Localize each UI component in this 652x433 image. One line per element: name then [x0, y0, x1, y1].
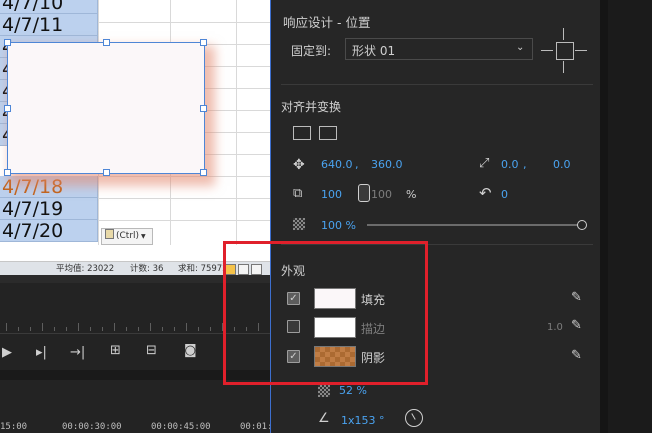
paste-label: (Ctrl) — [116, 231, 140, 241]
resize-handle[interactable] — [4, 39, 11, 46]
stroke-width-value[interactable]: 1.0 — [547, 322, 563, 333]
pin-edges-widget[interactable] — [541, 28, 589, 74]
anchor-comma: , — [523, 158, 527, 171]
date-cell[interactable]: 4/7/19 — [0, 198, 98, 220]
shadow-angle-value[interactable]: 1x153 ° — [341, 414, 385, 427]
grid-line — [98, 220, 270, 221]
panel-scrollbar[interactable] — [600, 0, 608, 433]
date-cell[interactable]: 4/7/20 — [0, 220, 98, 242]
opacity-icon — [293, 218, 305, 230]
position-comma: , — [355, 158, 359, 171]
opacity-slider-thumb[interactable] — [577, 220, 587, 230]
rotation-icon: ↶ — [479, 184, 492, 202]
shadow-opacity-value[interactable]: 52 % — [339, 384, 367, 397]
scale-value[interactable]: 100 — [321, 188, 342, 201]
resize-handle[interactable] — [103, 169, 110, 176]
position-x-value[interactable]: 640.0 — [321, 158, 353, 171]
rectangle-shape[interactable] — [4, 39, 207, 176]
shadow-opacity-icon — [318, 385, 330, 397]
overwrite-icon[interactable]: ⊟ — [146, 343, 157, 358]
resize-handle[interactable] — [200, 39, 207, 46]
position-icon: ✥ — [293, 157, 305, 173]
rotation-value[interactable]: 0 — [501, 188, 508, 201]
anchor-x-value[interactable]: 0.0 — [501, 158, 519, 171]
grid-line — [98, 176, 270, 177]
resize-handle[interactable] — [4, 105, 11, 112]
align-transform-title: 对齐并变换 — [281, 100, 342, 114]
grid-line — [98, 22, 270, 23]
go-to-out-icon[interactable]: →| — [70, 345, 85, 360]
angle-dial[interactable] — [405, 409, 423, 427]
chevron-down-icon: ▼ — [141, 233, 146, 240]
resize-handle[interactable] — [200, 105, 207, 112]
grid-line — [236, 0, 237, 245]
excel-spreadsheet: 4/7/10 4/7/11 4 4 4 4 4 4/7/18 4/7/19 4/… — [0, 0, 270, 275]
pin-center-box — [556, 42, 574, 60]
status-average: 平均值: 23022 — [56, 264, 115, 274]
date-cell[interactable]: 4/7/10 — [0, 0, 98, 14]
eyedropper-icon[interactable]: ✎ — [571, 318, 582, 333]
chevron-down-icon: ⌄ — [516, 42, 525, 53]
status-count: 计数: 36 — [130, 264, 164, 274]
play-icon[interactable]: ▶ — [2, 345, 12, 360]
highlight-box — [223, 241, 428, 385]
date-cell[interactable]: 4/7/18 — [0, 176, 98, 198]
angle-icon: ∠ — [318, 411, 330, 426]
timecode: 00:00:45:00 — [151, 422, 211, 432]
eyedropper-icon[interactable]: ✎ — [571, 290, 582, 305]
pin-to-label: 固定到: — [291, 44, 332, 58]
insert-icon[interactable]: ⊞ — [110, 343, 121, 358]
responsive-design-title: 响应设计 - 位置 — [283, 15, 371, 30]
pin-to-value: 形状 01 — [352, 44, 396, 58]
date-cell[interactable]: 4/7/11 — [0, 14, 98, 36]
paste-options-button[interactable]: (Ctrl) ▼ — [101, 228, 153, 245]
opacity-value[interactable]: 100 % — [321, 219, 356, 232]
grid-line — [98, 198, 270, 199]
eyedropper-icon[interactable]: ✎ — [571, 348, 582, 363]
scale-height-value: 100 — [371, 188, 392, 201]
clipboard-icon — [105, 229, 114, 239]
right-side-panel — [600, 0, 652, 433]
resize-handle[interactable] — [103, 39, 110, 46]
camera-icon[interactable]: ◙ — [184, 343, 197, 358]
resize-handle[interactable] — [200, 169, 207, 176]
anchor-y-value[interactable]: 0.0 — [553, 158, 571, 171]
step-forward-icon[interactable]: ▸| — [36, 345, 47, 360]
link-scale-icon[interactable] — [358, 184, 370, 202]
percent-label: % — [406, 188, 417, 201]
align-vertical-center-icon[interactable] — [293, 126, 311, 140]
resize-handle[interactable] — [4, 169, 11, 176]
timecode: 00:00:30:00 — [62, 422, 122, 432]
opacity-slider[interactable] — [367, 224, 581, 226]
anchor-point-icon: ⤢ — [479, 156, 490, 171]
align-horizontal-center-icon[interactable] — [319, 126, 337, 140]
pin-to-dropdown[interactable]: 形状 01 ⌄ — [345, 38, 533, 60]
position-y-value[interactable]: 360.0 — [371, 158, 403, 171]
scale-icon: ⧉ — [293, 186, 303, 201]
timecode: 15:00 — [0, 422, 28, 432]
